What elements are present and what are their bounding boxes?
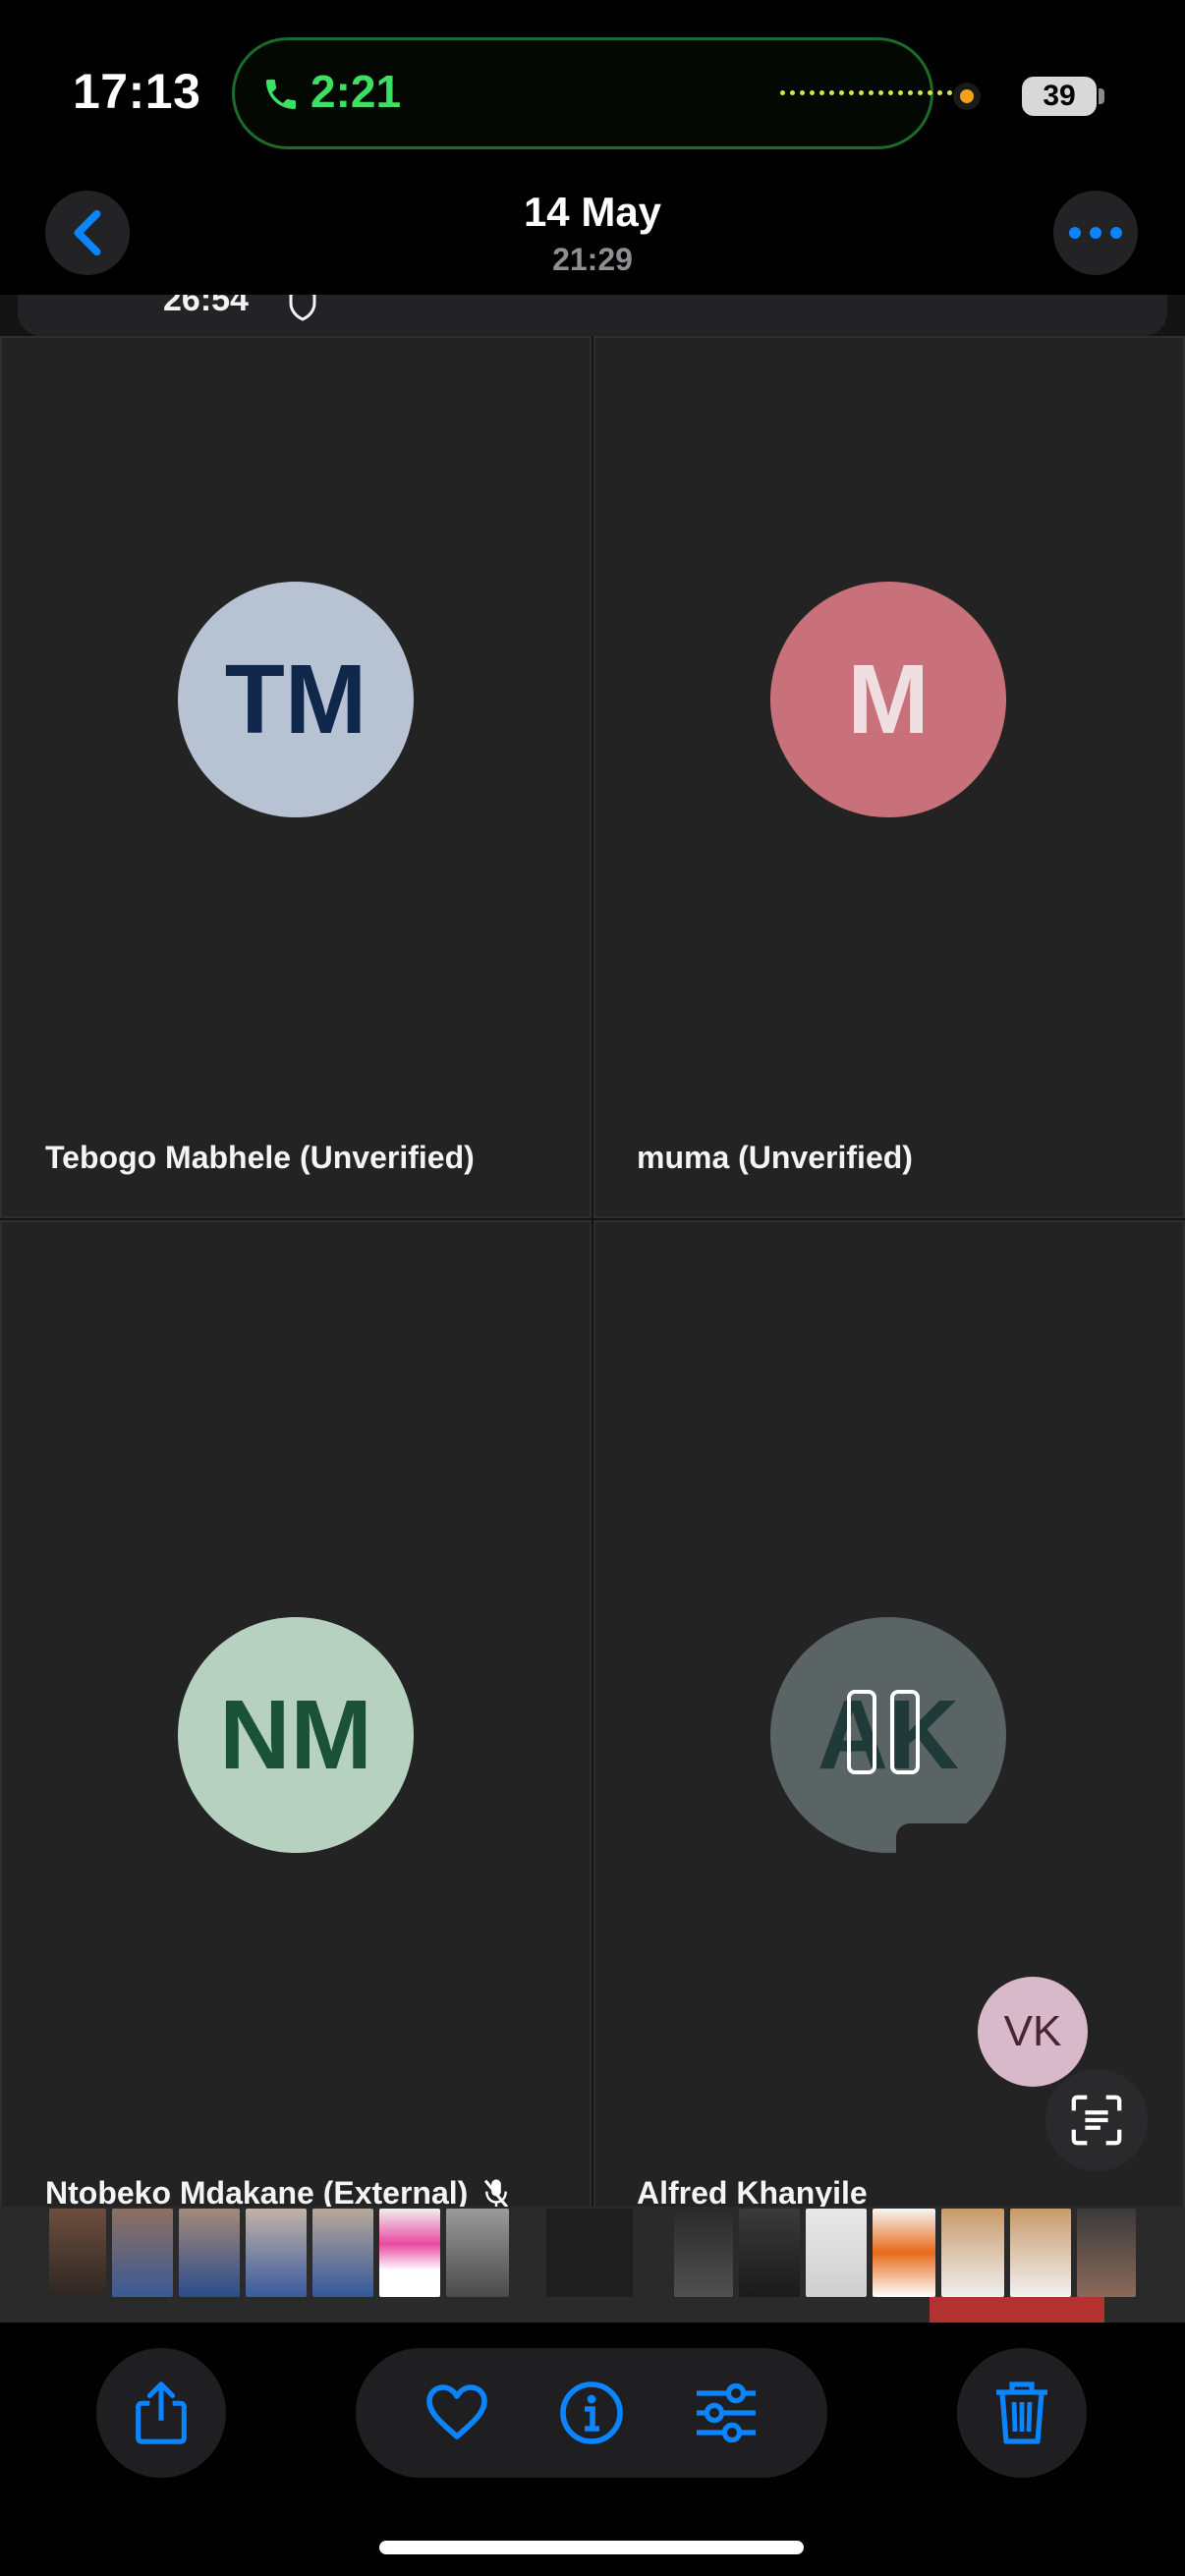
thumbnail[interactable] — [112, 2209, 173, 2297]
home-indicator[interactable] — [379, 2541, 804, 2554]
thumbnail[interactable] — [446, 2209, 509, 2297]
thumbnail[interactable] — [941, 2209, 1004, 2297]
pause-icon[interactable] — [847, 1690, 931, 1774]
share-icon — [136, 2381, 187, 2444]
battery-nub — [1099, 88, 1104, 104]
ellipsis-icon — [1069, 227, 1122, 239]
participant-avatar: NM — [178, 1617, 414, 1853]
shield-icon — [289, 295, 316, 321]
photo-date: 14 May — [523, 189, 662, 235]
battery-level: 39 — [1043, 80, 1076, 112]
thumbnail[interactable] — [179, 2209, 240, 2297]
photo-time: 21:29 — [552, 242, 633, 277]
thumbnail[interactable] — [806, 2209, 867, 2297]
mic-muted-icon — [484, 2178, 509, 2209]
text-scan-icon — [1071, 2095, 1122, 2146]
participant-name: muma (Unverified) — [637, 1140, 913, 1175]
info-icon[interactable] — [558, 2380, 625, 2446]
avatar-initials: VK — [1003, 2007, 1062, 2055]
delete-button[interactable] — [957, 2348, 1087, 2478]
heart-icon[interactable] — [423, 2383, 490, 2442]
photo-actions-group — [356, 2348, 827, 2478]
participant-avatar: M — [770, 582, 1006, 817]
live-text-button[interactable] — [1045, 2069, 1148, 2171]
sliders-icon[interactable] — [693, 2383, 760, 2442]
participant-name: Tebogo Mabhele (Unverified) — [45, 1140, 475, 1175]
selected-thumbnail-marker — [930, 2297, 1104, 2323]
battery-icon: 39 — [1022, 77, 1097, 116]
thumbnail[interactable] — [379, 2209, 440, 2297]
call-duration: 2:21 — [310, 66, 402, 117]
thumbnail[interactable] — [1077, 2209, 1136, 2297]
participant-avatar: TM — [178, 582, 414, 817]
more-button[interactable] — [1053, 191, 1138, 275]
thumbnail[interactable] — [246, 2209, 307, 2297]
audio-waveform-icon — [780, 90, 952, 95]
meeting-timer: 26:54 — [163, 295, 249, 318]
status-time: 17:13 — [73, 64, 201, 119]
thumbnail[interactable] — [546, 2209, 633, 2297]
avatar-initials: TM — [224, 644, 367, 755]
floating-participant-avatar: VK — [978, 1977, 1088, 2087]
thumbnail[interactable] — [1010, 2209, 1071, 2297]
avatar-initials: M — [847, 644, 930, 755]
share-button[interactable] — [96, 2348, 226, 2478]
thumbnail[interactable] — [312, 2209, 373, 2297]
phone-icon — [266, 80, 296, 109]
avatar-initials: NM — [219, 1679, 372, 1790]
thumbnail[interactable] — [49, 2209, 106, 2297]
avatar-cutout — [896, 1823, 1014, 1863]
thumbnail[interactable] — [873, 2209, 935, 2297]
camera-indicator-icon — [953, 83, 981, 110]
thumbnail[interactable] — [674, 2209, 733, 2297]
thumbnail[interactable] — [739, 2209, 800, 2297]
trash-icon — [996, 2381, 1047, 2444]
